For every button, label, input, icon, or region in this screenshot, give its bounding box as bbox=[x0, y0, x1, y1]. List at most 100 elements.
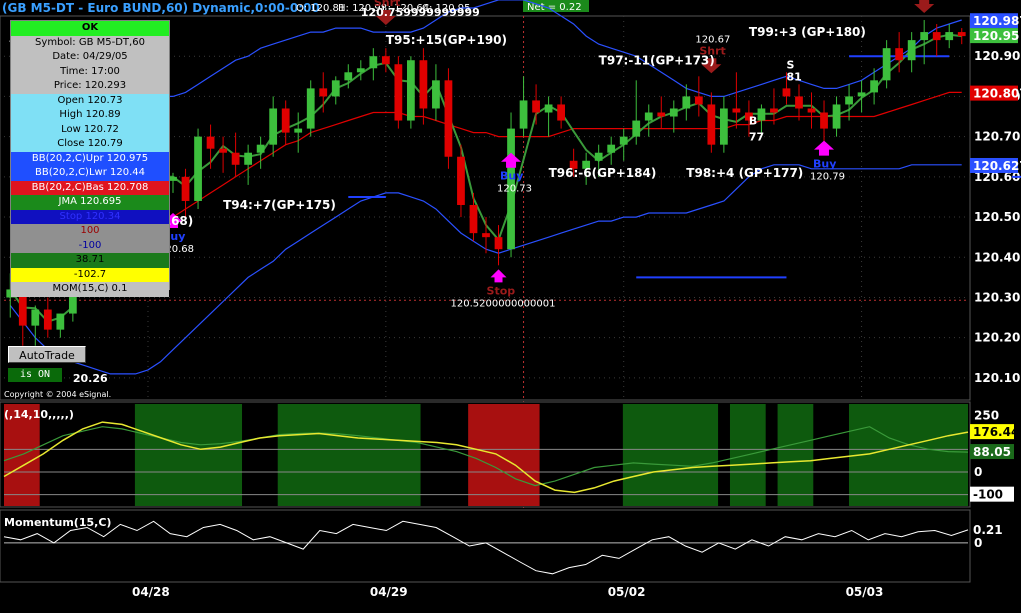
candle-body bbox=[31, 309, 40, 326]
candle-body bbox=[920, 32, 929, 41]
candle-body bbox=[795, 96, 803, 109]
candle-body bbox=[607, 144, 616, 153]
chart-label: 20.26 bbox=[73, 372, 108, 385]
copyright: Copyright © 2004 eSignal. bbox=[4, 390, 111, 399]
price-tag-label: 120.987 bbox=[973, 14, 1021, 28]
x-tick-label: 04/29 bbox=[370, 585, 408, 599]
autotrade-status: is ON bbox=[8, 368, 62, 382]
buy-label: Buy bbox=[500, 170, 523, 183]
candle-body bbox=[732, 108, 741, 113]
candle-body bbox=[381, 56, 390, 65]
x-tick-label: 04/28 bbox=[132, 585, 170, 599]
price-tag-label: 120.627 bbox=[973, 159, 1021, 173]
candle-body bbox=[719, 108, 728, 145]
momentum-pane-border bbox=[0, 509, 971, 583]
candle-body bbox=[945, 32, 954, 41]
candle-body bbox=[56, 313, 65, 330]
trade-result-label: T94:+7(GP+175) bbox=[223, 198, 336, 212]
candle-body bbox=[331, 80, 340, 97]
data-window-row: BB(20,2,C)Upr 120.975 bbox=[11, 151, 169, 166]
candle-body bbox=[632, 120, 641, 137]
data-window-row: BB(20,2,C)Bas 120.708 bbox=[11, 180, 169, 195]
momentum-tag-label: 0.21 bbox=[973, 523, 1003, 537]
stop-label: Stop bbox=[487, 284, 516, 297]
candle-body bbox=[219, 148, 227, 153]
candle-body bbox=[857, 92, 866, 97]
candle-body bbox=[432, 80, 440, 109]
candle-body bbox=[169, 176, 177, 181]
candle-body bbox=[807, 108, 816, 113]
price-tag-label: 120.95 bbox=[973, 29, 1019, 43]
oscillator-zone bbox=[134, 404, 243, 506]
signal-price: 120.79 bbox=[810, 172, 845, 183]
data-window-row: Date: 04/29/05 bbox=[11, 50, 169, 65]
data-window-row: -100 bbox=[11, 238, 169, 253]
chart-label: 81 bbox=[786, 70, 801, 83]
candle-body bbox=[682, 96, 691, 109]
data-window-row: Time: 17:00 bbox=[11, 64, 169, 79]
candle-body bbox=[657, 112, 666, 117]
oscillator-tag-label: 88.05 bbox=[973, 445, 1011, 459]
data-window-ok[interactable]: OK bbox=[11, 21, 169, 36]
chart-title: (GB M5-DT - Euro BUND,60) Dynamic,0:00-0… bbox=[2, 1, 320, 15]
trade-result-label: T98:+4 (GP+177) bbox=[686, 166, 803, 180]
candle-body bbox=[344, 72, 353, 81]
data-window-row: 100 bbox=[11, 224, 169, 239]
trade-result-label: T96:-6(GP+184) bbox=[549, 166, 657, 180]
y-tick-label: 120.30 bbox=[974, 290, 1020, 304]
data-window-row: JMA 120.695 bbox=[11, 195, 169, 210]
oscillator-tick: 0 bbox=[974, 465, 982, 479]
data-window-row: Open 120.73 bbox=[11, 93, 169, 108]
candle-body bbox=[619, 136, 628, 145]
y-tick-label: 120.20 bbox=[974, 331, 1020, 345]
momentum-pane: 0 Momentum(15,C) 0.21 bbox=[0, 509, 1003, 583]
trade-result-label: T95:+15(GP+190) bbox=[386, 33, 507, 47]
price-tag-label: 120.807 bbox=[973, 87, 1021, 101]
signal-price: 120.67 bbox=[695, 34, 730, 45]
candle-body bbox=[669, 108, 678, 117]
candle-body bbox=[43, 309, 52, 330]
candle-body bbox=[306, 88, 315, 129]
candle-body bbox=[757, 108, 766, 121]
chart-label: S bbox=[786, 58, 794, 71]
candle-body bbox=[870, 80, 878, 93]
oscillator-zone bbox=[622, 404, 719, 506]
data-window-row: Price: 120.293 bbox=[11, 79, 169, 94]
data-window-rows: Symbol: GB M5-DT,60 Date: 04/29/05 Time: 1… bbox=[11, 35, 169, 297]
candle-body bbox=[294, 128, 303, 133]
candle-body bbox=[832, 104, 841, 129]
y-tick-label: 120.90 bbox=[974, 49, 1020, 63]
oscillator-pane: 2501000-100(,14,10,,,,,)176.4488.05-100 bbox=[0, 401, 1019, 508]
candle-body bbox=[519, 100, 528, 129]
data-window-row: BB(20,2,C)Lwr 120.44 bbox=[11, 166, 169, 181]
autotrade-button[interactable]: AutoTrade bbox=[8, 346, 86, 363]
candle-body bbox=[244, 152, 253, 165]
data-window-row: 38.71 bbox=[11, 253, 169, 268]
candle-body bbox=[469, 204, 478, 234]
y-tick-label: 120.40 bbox=[974, 250, 1020, 264]
candle-body bbox=[394, 64, 403, 121]
chart-label: 77 bbox=[749, 131, 764, 144]
candle-body bbox=[369, 56, 378, 69]
oscillator-title: (,14,10,,,,,) bbox=[4, 408, 74, 421]
chart-label: 120.759999999999 bbox=[361, 6, 480, 19]
candle-body bbox=[594, 152, 603, 161]
x-tick-label: 05/02 bbox=[608, 585, 646, 599]
data-window-row: Symbol: GB M5-DT,60 bbox=[11, 35, 169, 50]
candle-body bbox=[356, 68, 365, 73]
candle-body bbox=[407, 60, 415, 121]
data-window[interactable]: OK Symbol: GB M5-DT,60 Date: 04/29/05 Time… bbox=[10, 20, 170, 297]
candle-body bbox=[532, 100, 540, 113]
candle-body bbox=[231, 152, 240, 165]
candle-body bbox=[544, 104, 553, 113]
signal-price: 120.5200000000001 bbox=[451, 298, 556, 309]
momentum-title: Momentum(15,C) bbox=[4, 516, 111, 529]
oscillator-tag-label: 176.44 bbox=[973, 425, 1019, 439]
oscillator-zone bbox=[777, 404, 814, 506]
candle-body bbox=[957, 32, 966, 37]
oscillator-zone bbox=[468, 404, 540, 506]
candle-body bbox=[194, 136, 202, 201]
data-window-row: High 120.89 bbox=[11, 108, 169, 123]
oscillator-zone bbox=[277, 404, 421, 506]
candle-body bbox=[269, 108, 278, 145]
